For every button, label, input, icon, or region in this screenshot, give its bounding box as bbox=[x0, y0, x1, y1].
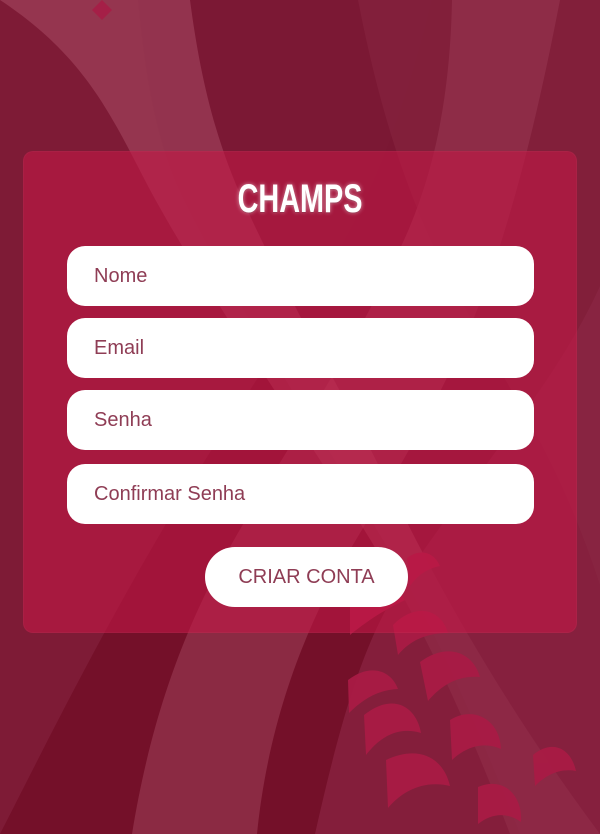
email-field[interactable] bbox=[67, 318, 534, 378]
password-field[interactable] bbox=[67, 390, 534, 450]
create-account-card: CHAMPS CRIAR CONTA bbox=[23, 151, 577, 633]
create-account-button[interactable]: CRIAR CONTA bbox=[205, 547, 408, 607]
name-field[interactable] bbox=[67, 246, 534, 306]
brand-title: CHAMPS bbox=[237, 177, 363, 221]
confirm-password-field[interactable] bbox=[67, 464, 534, 524]
